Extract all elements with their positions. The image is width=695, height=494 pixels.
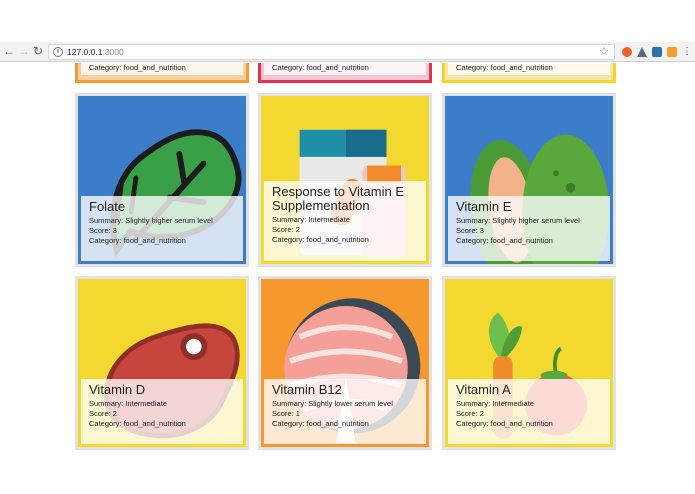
card-partial-1[interactable]: Category: food_and_nutrition — [75, 63, 249, 83]
card-summary: Summary: Slightly higher serum level — [89, 216, 213, 225]
card-title: Response to Vitamin E Supplementation — [272, 184, 404, 213]
card-category: Category: food_and_nutrition — [272, 235, 369, 244]
card-category: Category: food_and_nutrition — [89, 63, 186, 72]
card-info-panel: Vitamin A Summary: Intermediate Score: 2… — [448, 379, 610, 444]
card-title: Folate — [89, 199, 126, 214]
card-category: Category: food_and_nutrition — [272, 419, 369, 428]
card-title: Vitamin A — [456, 382, 511, 397]
reload-icon[interactable]: ↻ — [31, 44, 45, 59]
card-info-panel: Vitamin D Summary: Intermediate Score: 2… — [81, 379, 243, 444]
card-folate[interactable]: Folate Summary: Slightly higher serum le… — [75, 93, 249, 267]
window-top-area — [0, 0, 695, 42]
url-host: 127.0.0.1 — [67, 47, 103, 57]
card-vitamin-a[interactable]: Vitamin A Summary: Intermediate Score: 2… — [442, 276, 616, 450]
forward-arrow-icon[interactable]: → — [17, 44, 31, 59]
back-arrow-icon[interactable]: ← — [2, 44, 16, 59]
card-category: Category: food_and_nutrition — [89, 236, 186, 245]
info-icon[interactable]: i — [53, 47, 63, 57]
bookmark-star-icon[interactable]: ☆ — [599, 45, 609, 59]
address-url[interactable]: 127.0.0.1:3000 — [67, 46, 124, 59]
card-score: Score: 2 — [456, 409, 484, 418]
card-info-panel: Vitamin E Summary: Slightly higher serum… — [448, 196, 610, 261]
card-info-panel: Category: food_and_nutrition — [81, 63, 243, 75]
card-summary: Summary: Slightly higher serum level — [456, 216, 580, 225]
page-viewport: Category: food_and_nutrition Category: f… — [0, 63, 695, 494]
card-category: Category: food_and_nutrition — [89, 419, 186, 428]
extension-mountain-icon[interactable] — [637, 47, 647, 57]
card-title: Vitamin D — [89, 382, 146, 397]
card-info-panel: Response to Vitamin E Supplementation Su… — [264, 181, 426, 261]
card-info-panel: Category: food_and_nutrition — [448, 63, 610, 75]
card-info-panel: Category: food_and_nutrition — [264, 63, 426, 75]
address-bar[interactable]: i 127.0.0.1:3000 ☆ — [48, 44, 615, 60]
card-score: Score: 2 — [272, 225, 300, 234]
card-score: Score: 3 — [456, 226, 484, 235]
card-summary: Summary: Intermediate — [89, 399, 167, 408]
card-summary: Summary: Slightly lower serum level — [272, 399, 393, 408]
card-score: Score: 3 — [89, 226, 117, 235]
card-score: Score: 2 — [89, 409, 117, 418]
card-category: Category: food_and_nutrition — [456, 236, 553, 245]
card-title: Vitamin B12 — [272, 382, 342, 397]
card-info-panel: Folate Summary: Slightly higher serum le… — [81, 196, 243, 261]
card-vitamin-e[interactable]: Vitamin E Summary: Slightly higher serum… — [442, 93, 616, 267]
card-category: Category: food_and_nutrition — [456, 419, 553, 428]
card-vitamin-d[interactable]: Vitamin D Summary: Intermediate Score: 2… — [75, 276, 249, 450]
extension-orange-icon[interactable] — [622, 47, 632, 57]
card-category: Category: food_and_nutrition — [272, 63, 369, 72]
card-summary: Summary: Intermediate — [272, 215, 350, 224]
card-partial-3[interactable]: Category: food_and_nutrition — [442, 63, 616, 83]
card-partial-2[interactable]: Category: food_and_nutrition — [258, 63, 432, 83]
card-summary: Summary: Intermediate — [456, 399, 534, 408]
browser-toolbar: ← → ↻ i 127.0.0.1:3000 ☆ ⋮ — [0, 42, 695, 62]
browser-menu-icon[interactable]: ⋮ — [682, 45, 692, 58]
url-port: :3000 — [102, 47, 124, 57]
card-vitamin-b12[interactable]: Vitamin B12 Summary: Slightly lower seru… — [258, 276, 432, 450]
card-score: Score: 1 — [272, 409, 300, 418]
card-response-to-vitamin-e[interactable]: Response to Vitamin E Supplementation Su… — [258, 93, 432, 267]
card-info-panel: Vitamin B12 Summary: Slightly lower seru… — [264, 379, 426, 444]
extension-blue-icon[interactable] — [652, 47, 662, 57]
card-category: Category: food_and_nutrition — [456, 63, 553, 72]
card-title: Vitamin E — [456, 199, 512, 214]
extension-yellow-icon[interactable] — [667, 47, 677, 57]
